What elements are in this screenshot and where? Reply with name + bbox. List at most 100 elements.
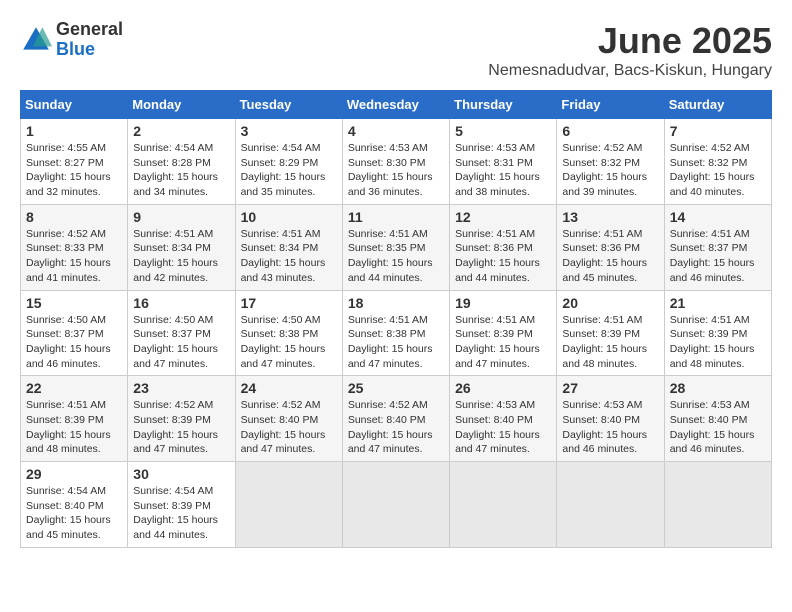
day-info: Sunrise: 4:51 AM Sunset: 8:36 PM Dayligh… — [562, 227, 658, 286]
day-number: 2 — [133, 123, 229, 139]
calendar-cell: 26 Sunrise: 4:53 AM Sunset: 8:40 PM Dayl… — [450, 376, 557, 462]
calendar-cell: 2 Sunrise: 4:54 AM Sunset: 8:28 PM Dayli… — [128, 119, 235, 205]
calendar-cell: 8 Sunrise: 4:52 AM Sunset: 8:33 PM Dayli… — [21, 204, 128, 290]
day-number: 6 — [562, 123, 658, 139]
day-info: Sunrise: 4:51 AM Sunset: 8:34 PM Dayligh… — [133, 227, 229, 286]
day-number: 10 — [241, 209, 337, 225]
calendar-week-row: 8 Sunrise: 4:52 AM Sunset: 8:33 PM Dayli… — [21, 204, 772, 290]
day-info: Sunrise: 4:53 AM Sunset: 8:31 PM Dayligh… — [455, 141, 551, 200]
calendar-cell: 5 Sunrise: 4:53 AM Sunset: 8:31 PM Dayli… — [450, 119, 557, 205]
day-number: 20 — [562, 295, 658, 311]
calendar-table: SundayMondayTuesdayWednesdayThursdayFrid… — [20, 90, 772, 548]
day-number: 18 — [348, 295, 444, 311]
day-info: Sunrise: 4:51 AM Sunset: 8:38 PM Dayligh… — [348, 313, 444, 372]
day-info: Sunrise: 4:51 AM Sunset: 8:39 PM Dayligh… — [455, 313, 551, 372]
calendar-cell: 18 Sunrise: 4:51 AM Sunset: 8:38 PM Dayl… — [342, 290, 449, 376]
day-number: 1 — [26, 123, 122, 139]
day-number: 7 — [670, 123, 766, 139]
logo: General Blue — [20, 20, 123, 60]
day-info: Sunrise: 4:53 AM Sunset: 8:40 PM Dayligh… — [562, 398, 658, 457]
calendar-cell: 23 Sunrise: 4:52 AM Sunset: 8:39 PM Dayl… — [128, 376, 235, 462]
day-info: Sunrise: 4:52 AM Sunset: 8:39 PM Dayligh… — [133, 398, 229, 457]
day-number: 15 — [26, 295, 122, 311]
day-number: 5 — [455, 123, 551, 139]
day-info: Sunrise: 4:51 AM Sunset: 8:35 PM Dayligh… — [348, 227, 444, 286]
month-title: June 2025 — [488, 20, 772, 62]
weekday-header-sunday: Sunday — [21, 91, 128, 119]
day-info: Sunrise: 4:51 AM Sunset: 8:39 PM Dayligh… — [562, 313, 658, 372]
calendar-cell: 30 Sunrise: 4:54 AM Sunset: 8:39 PM Dayl… — [128, 462, 235, 548]
day-info: Sunrise: 4:52 AM Sunset: 8:40 PM Dayligh… — [241, 398, 337, 457]
day-info: Sunrise: 4:54 AM Sunset: 8:39 PM Dayligh… — [133, 484, 229, 543]
calendar-cell — [450, 462, 557, 548]
calendar-cell: 15 Sunrise: 4:50 AM Sunset: 8:37 PM Dayl… — [21, 290, 128, 376]
calendar-cell: 6 Sunrise: 4:52 AM Sunset: 8:32 PM Dayli… — [557, 119, 664, 205]
day-number: 14 — [670, 209, 766, 225]
day-number: 29 — [26, 466, 122, 482]
weekday-header-thursday: Thursday — [450, 91, 557, 119]
calendar-week-row: 29 Sunrise: 4:54 AM Sunset: 8:40 PM Dayl… — [21, 462, 772, 548]
day-info: Sunrise: 4:50 AM Sunset: 8:37 PM Dayligh… — [133, 313, 229, 372]
calendar-cell: 22 Sunrise: 4:51 AM Sunset: 8:39 PM Dayl… — [21, 376, 128, 462]
day-info: Sunrise: 4:52 AM Sunset: 8:32 PM Dayligh… — [670, 141, 766, 200]
calendar-week-row: 1 Sunrise: 4:55 AM Sunset: 8:27 PM Dayli… — [21, 119, 772, 205]
title-area: June 2025 Nemesnadudvar, Bacs-Kiskun, Hu… — [488, 20, 772, 80]
day-number: 19 — [455, 295, 551, 311]
day-info: Sunrise: 4:54 AM Sunset: 8:29 PM Dayligh… — [241, 141, 337, 200]
calendar-cell: 24 Sunrise: 4:52 AM Sunset: 8:40 PM Dayl… — [235, 376, 342, 462]
day-number: 22 — [26, 380, 122, 396]
day-number: 17 — [241, 295, 337, 311]
weekday-header-tuesday: Tuesday — [235, 91, 342, 119]
weekday-header-friday: Friday — [557, 91, 664, 119]
calendar-cell: 25 Sunrise: 4:52 AM Sunset: 8:40 PM Dayl… — [342, 376, 449, 462]
day-number: 16 — [133, 295, 229, 311]
day-info: Sunrise: 4:53 AM Sunset: 8:40 PM Dayligh… — [455, 398, 551, 457]
calendar-week-row: 22 Sunrise: 4:51 AM Sunset: 8:39 PM Dayl… — [21, 376, 772, 462]
day-info: Sunrise: 4:53 AM Sunset: 8:30 PM Dayligh… — [348, 141, 444, 200]
day-info: Sunrise: 4:52 AM Sunset: 8:40 PM Dayligh… — [348, 398, 444, 457]
day-number: 30 — [133, 466, 229, 482]
day-number: 13 — [562, 209, 658, 225]
day-info: Sunrise: 4:55 AM Sunset: 8:27 PM Dayligh… — [26, 141, 122, 200]
calendar-cell: 4 Sunrise: 4:53 AM Sunset: 8:30 PM Dayli… — [342, 119, 449, 205]
calendar-week-row: 15 Sunrise: 4:50 AM Sunset: 8:37 PM Dayl… — [21, 290, 772, 376]
logo-general-text: General — [56, 20, 123, 40]
day-number: 25 — [348, 380, 444, 396]
day-info: Sunrise: 4:52 AM Sunset: 8:33 PM Dayligh… — [26, 227, 122, 286]
day-number: 23 — [133, 380, 229, 396]
calendar-cell: 19 Sunrise: 4:51 AM Sunset: 8:39 PM Dayl… — [450, 290, 557, 376]
day-number: 27 — [562, 380, 658, 396]
calendar-cell: 16 Sunrise: 4:50 AM Sunset: 8:37 PM Dayl… — [128, 290, 235, 376]
day-number: 8 — [26, 209, 122, 225]
calendar-cell: 7 Sunrise: 4:52 AM Sunset: 8:32 PM Dayli… — [664, 119, 771, 205]
weekday-header-saturday: Saturday — [664, 91, 771, 119]
calendar-cell — [664, 462, 771, 548]
calendar-cell: 3 Sunrise: 4:54 AM Sunset: 8:29 PM Dayli… — [235, 119, 342, 205]
calendar-cell: 17 Sunrise: 4:50 AM Sunset: 8:38 PM Dayl… — [235, 290, 342, 376]
day-number: 12 — [455, 209, 551, 225]
header: General Blue June 2025 Nemesnadudvar, Ba… — [20, 20, 772, 80]
day-info: Sunrise: 4:51 AM Sunset: 8:39 PM Dayligh… — [26, 398, 122, 457]
calendar-cell: 14 Sunrise: 4:51 AM Sunset: 8:37 PM Dayl… — [664, 204, 771, 290]
calendar-cell: 1 Sunrise: 4:55 AM Sunset: 8:27 PM Dayli… — [21, 119, 128, 205]
day-number: 21 — [670, 295, 766, 311]
day-number: 4 — [348, 123, 444, 139]
calendar-cell: 9 Sunrise: 4:51 AM Sunset: 8:34 PM Dayli… — [128, 204, 235, 290]
day-info: Sunrise: 4:52 AM Sunset: 8:32 PM Dayligh… — [562, 141, 658, 200]
calendar-cell: 10 Sunrise: 4:51 AM Sunset: 8:34 PM Dayl… — [235, 204, 342, 290]
day-info: Sunrise: 4:54 AM Sunset: 8:40 PM Dayligh… — [26, 484, 122, 543]
calendar-cell: 20 Sunrise: 4:51 AM Sunset: 8:39 PM Dayl… — [557, 290, 664, 376]
calendar-cell: 13 Sunrise: 4:51 AM Sunset: 8:36 PM Dayl… — [557, 204, 664, 290]
day-number: 28 — [670, 380, 766, 396]
calendar-cell — [557, 462, 664, 548]
day-info: Sunrise: 4:50 AM Sunset: 8:38 PM Dayligh… — [241, 313, 337, 372]
day-info: Sunrise: 4:51 AM Sunset: 8:37 PM Dayligh… — [670, 227, 766, 286]
calendar-cell: 28 Sunrise: 4:53 AM Sunset: 8:40 PM Dayl… — [664, 376, 771, 462]
day-info: Sunrise: 4:53 AM Sunset: 8:40 PM Dayligh… — [670, 398, 766, 457]
calendar-cell: 12 Sunrise: 4:51 AM Sunset: 8:36 PM Dayl… — [450, 204, 557, 290]
day-number: 26 — [455, 380, 551, 396]
weekday-header-monday: Monday — [128, 91, 235, 119]
day-number: 9 — [133, 209, 229, 225]
calendar-cell: 11 Sunrise: 4:51 AM Sunset: 8:35 PM Dayl… — [342, 204, 449, 290]
day-info: Sunrise: 4:54 AM Sunset: 8:28 PM Dayligh… — [133, 141, 229, 200]
